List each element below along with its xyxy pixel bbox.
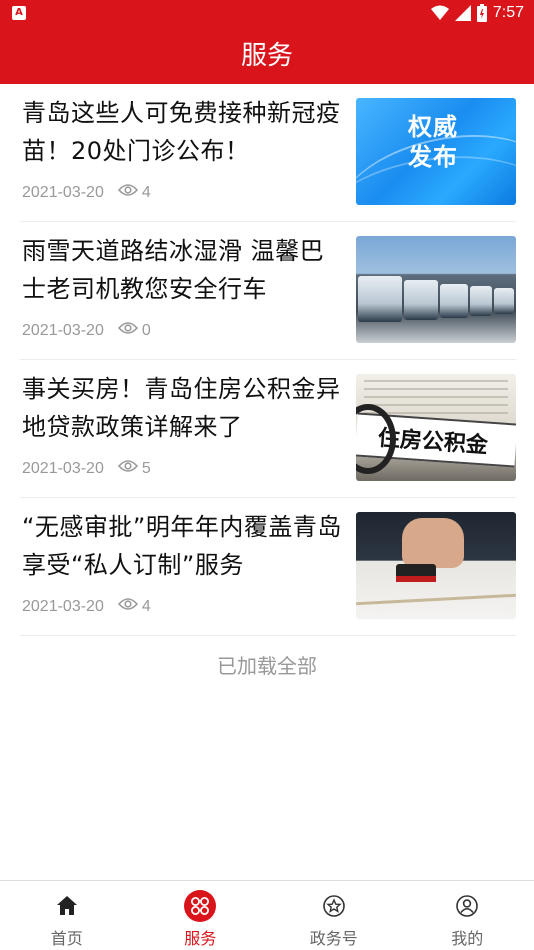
article-thumbnail[interactable] [356,236,516,343]
tab-government[interactable]: 政务号 [267,881,401,950]
article-thumbnail[interactable]: 权威 发布 [356,98,516,205]
bus-shape [470,286,492,316]
tab-label: 我的 [451,929,484,948]
article-meta: 2021-03-20 4 [22,183,151,202]
status-indicators: 7:57 [430,4,524,22]
view-count: 5 [141,459,151,477]
bus-shape [440,284,468,318]
bus-shape [358,276,402,322]
bus-shape [404,280,438,320]
view-count: 0 [141,321,151,339]
article-date: 2021-03-20 [22,321,104,339]
article-date: 2021-03-20 [22,459,104,477]
hand-shape [402,518,464,568]
list-item[interactable]: “无感审批”明年年内覆盖青岛 享受“私人订制”服务 2021-03-20 4 [20,498,516,636]
wifi-icon [430,5,449,20]
government-badge-icon [317,889,351,923]
signal-icon [454,5,471,21]
eye-icon [117,183,138,202]
eye-icon [117,459,138,478]
article-meta: 2021-03-20 0 [22,321,151,340]
page-title: 服务 [0,28,534,84]
tab-label: 服务 [184,929,217,948]
list-item[interactable]: 雨雪天道路结冰湿滑 温馨巴士老司机教您安全行车 2021-03-20 0 [20,222,516,360]
article-date: 2021-03-20 [22,597,104,615]
bottom-tab-bar: 首页 服务 政务号 我的 [0,880,534,950]
article-title[interactable]: “无感审批”明年年内覆盖青岛 享受“私人订制”服务 [22,508,344,584]
stamp-ink [396,576,436,582]
eye-icon [117,321,138,340]
article-title[interactable]: 雨雪天道路结冰湿滑 温馨巴士老司机教您安全行车 [22,232,344,308]
tab-services[interactable]: 服务 [134,881,268,950]
tab-label: 首页 [50,929,83,948]
status-bar: A 7:57 [0,0,534,28]
tab-label: 政务号 [309,929,358,948]
view-count: 4 [141,183,151,201]
eye-icon [117,597,138,616]
list-end-message: 已加载全部 [217,654,317,678]
profile-icon [450,889,484,923]
list-item[interactable]: 事关买房！青岛住房公积金异地贷款政策详解来了 2021-03-20 5 住房公积… [20,360,516,498]
battery-icon [476,4,487,22]
article-meta: 2021-03-20 4 [22,597,151,616]
home-icon [50,889,84,923]
article-date: 2021-03-20 [22,183,104,201]
list-item[interactable]: 青岛这些人可免费接种新冠疫苗！20处门诊公布！ 2021-03-20 4 权威 … [20,84,516,222]
bus-shape [494,288,514,314]
article-meta: 2021-03-20 5 [22,459,151,478]
article-list: 青岛这些人可免费接种新冠疫苗！20处门诊公布！ 2021-03-20 4 权威 … [0,84,534,636]
view-count: 4 [141,597,151,615]
tab-profile[interactable]: 我的 [401,881,534,950]
app-notification-icon: A [12,6,26,20]
thumbnail-label: 权威 发布 [408,113,458,171]
tab-home[interactable]: 首页 [0,881,134,950]
article-title[interactable]: 青岛这些人可免费接种新冠疫苗！20处门诊公布！ [22,94,344,170]
clock: 7:57 [492,4,524,21]
pen-shape [356,593,516,606]
article-thumbnail[interactable]: 住房公积金 [356,374,516,481]
article-thumbnail[interactable] [356,512,516,619]
article-title[interactable]: 事关买房！青岛住房公积金异地贷款政策详解来了 [22,370,344,446]
services-grid-icon [183,889,217,923]
